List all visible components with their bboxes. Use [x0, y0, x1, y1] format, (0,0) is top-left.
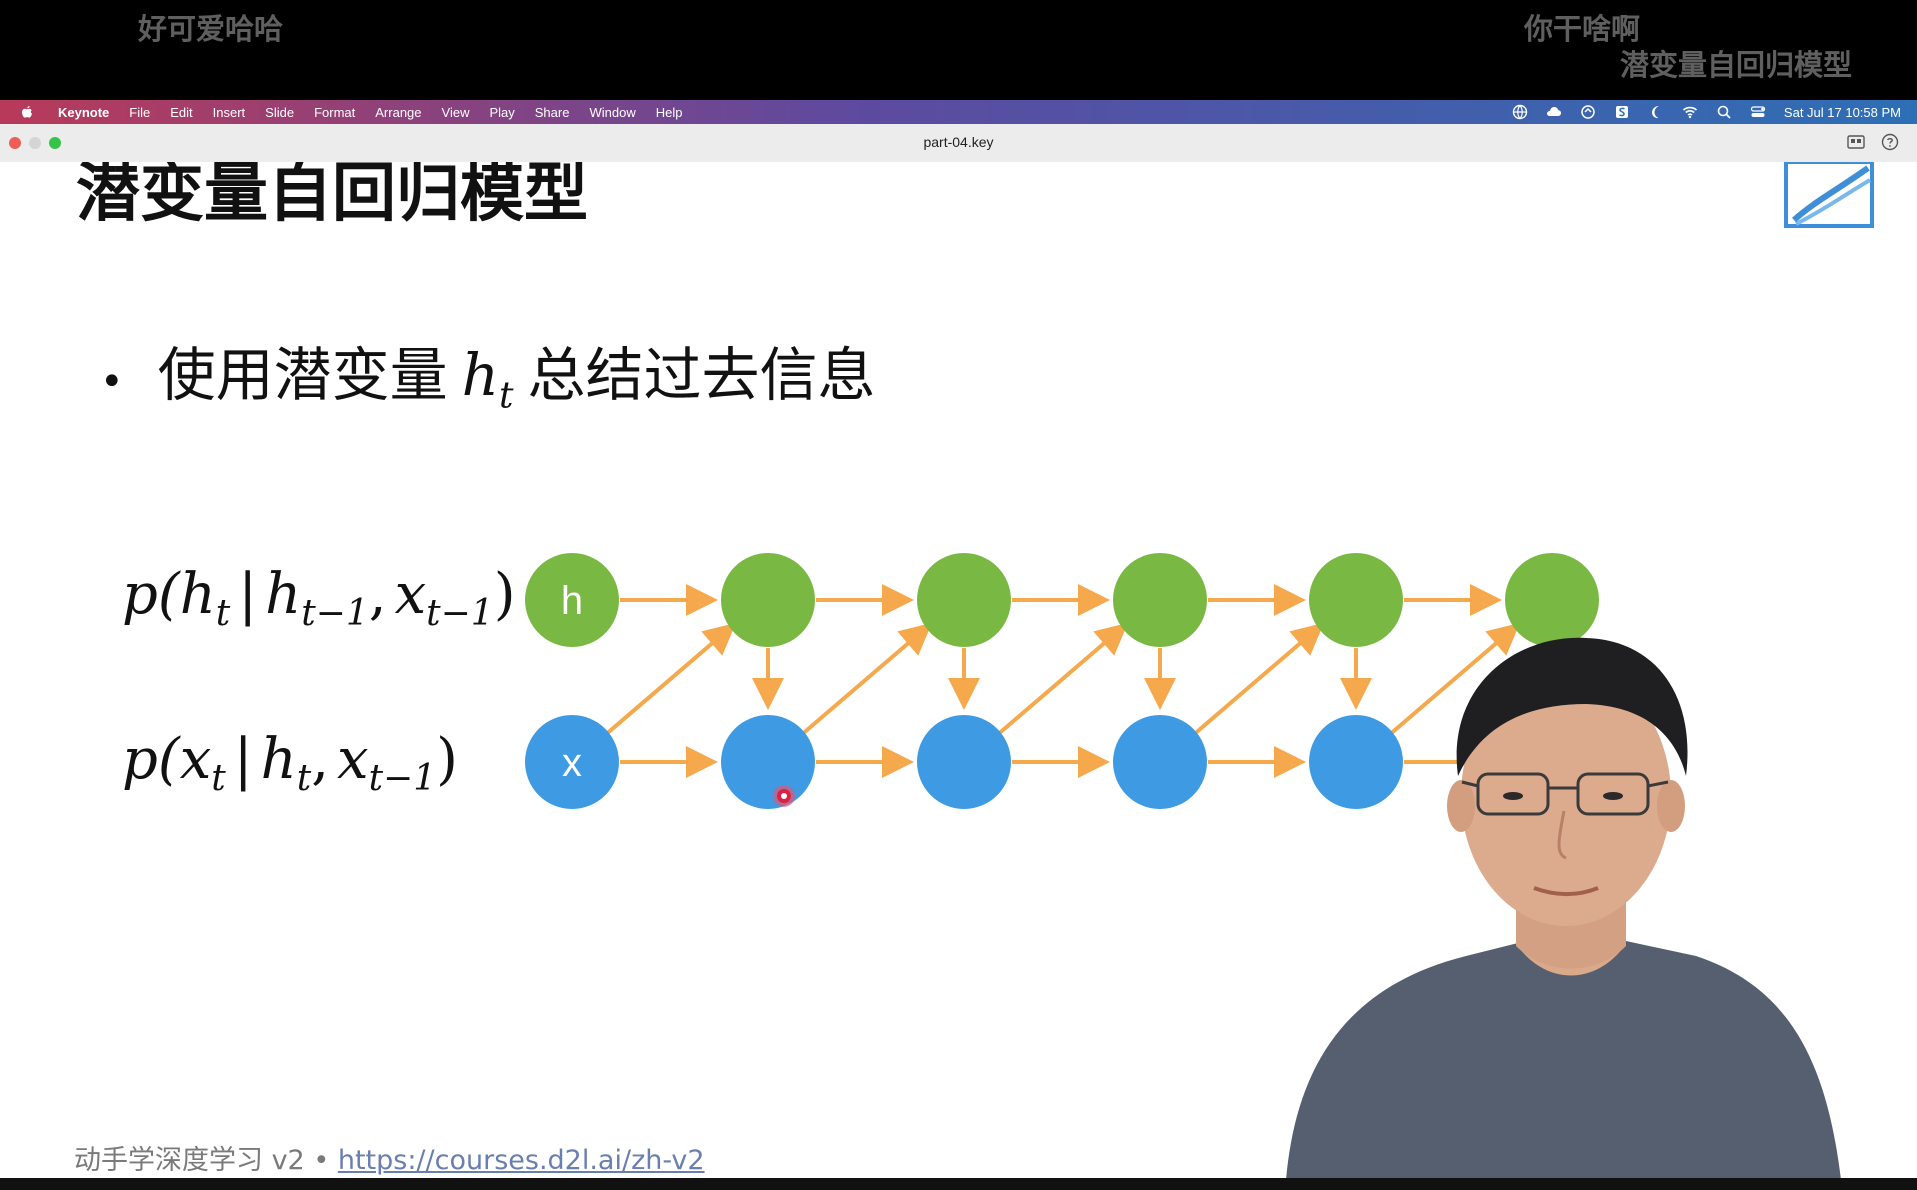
cloud-icon[interactable] — [1546, 104, 1562, 120]
menu-help[interactable]: Help — [646, 105, 693, 120]
menu-app-keynote[interactable]: Keynote — [48, 105, 119, 120]
laser-pointer — [773, 785, 795, 807]
window-titlebar: part-04.key — [0, 124, 1917, 163]
arrow — [602, 622, 737, 738]
node-h-label: h — [561, 579, 583, 623]
menu-insert[interactable]: Insert — [203, 105, 256, 120]
danmaku-layer: 好可爱哈哈 你干啥啊 潜变量自回归模型 — [0, 0, 1917, 100]
bottom-edge — [0, 1178, 1917, 1190]
node-x-2 — [917, 715, 1011, 809]
menu-slide[interactable]: Slide — [255, 105, 304, 120]
menu-play[interactable]: Play — [479, 105, 524, 120]
node-x-label: x — [562, 741, 582, 785]
danmaku-comment: 潜变量自回归模型 — [1620, 48, 1853, 82]
menu-share[interactable]: Share — [525, 105, 580, 120]
globe-icon[interactable] — [1512, 104, 1528, 120]
menu-format[interactable]: Format — [304, 105, 365, 120]
node-h-3 — [1113, 553, 1207, 647]
moon-icon[interactable] — [1648, 104, 1664, 120]
titlebar-controls — [1847, 133, 1899, 151]
arrow — [994, 622, 1129, 738]
control-center-icon[interactable] — [1750, 104, 1766, 120]
sync-icon[interactable] — [1580, 104, 1596, 120]
arrow — [798, 622, 933, 738]
menu-bar: Keynote File Edit Insert Slide Format Ar… — [0, 100, 1917, 124]
window-title: part-04.key — [923, 134, 994, 150]
node-h-2 — [917, 553, 1011, 647]
menu-view[interactable]: View — [432, 105, 480, 120]
footer-text: 动手学深度学习 v2 • — [74, 1145, 338, 1176]
presenter-webcam — [1286, 637, 1841, 1180]
wifi-icon[interactable] — [1682, 104, 1698, 120]
menu-edit[interactable]: Edit — [160, 105, 202, 120]
node-x-3 — [1113, 715, 1207, 809]
footer-link[interactable]: https://courses.d2l.ai/zh-v2 — [338, 1145, 705, 1176]
apple-icon[interactable] — [20, 105, 34, 119]
menu-arrange[interactable]: Arrange — [365, 105, 431, 120]
status-area: Sat Jul 17 10:58 PM — [1512, 104, 1917, 120]
slide-footer: 动手学深度学习 v2 • https://courses.d2l.ai/zh-v… — [74, 1138, 705, 1177]
search-icon[interactable] — [1716, 104, 1732, 120]
app-s-icon[interactable] — [1614, 104, 1630, 120]
help-icon[interactable] — [1881, 133, 1899, 151]
node-h-1 — [721, 553, 815, 647]
danmaku-comment: 好可爱哈哈 — [138, 12, 284, 46]
menu-file[interactable]: File — [119, 105, 160, 120]
node-x-1 — [721, 715, 815, 809]
presenter-view-icon[interactable] — [1847, 133, 1865, 151]
menu-window[interactable]: Window — [579, 105, 645, 120]
menubar-clock[interactable]: Sat Jul 17 10:58 PM — [1784, 105, 1901, 120]
